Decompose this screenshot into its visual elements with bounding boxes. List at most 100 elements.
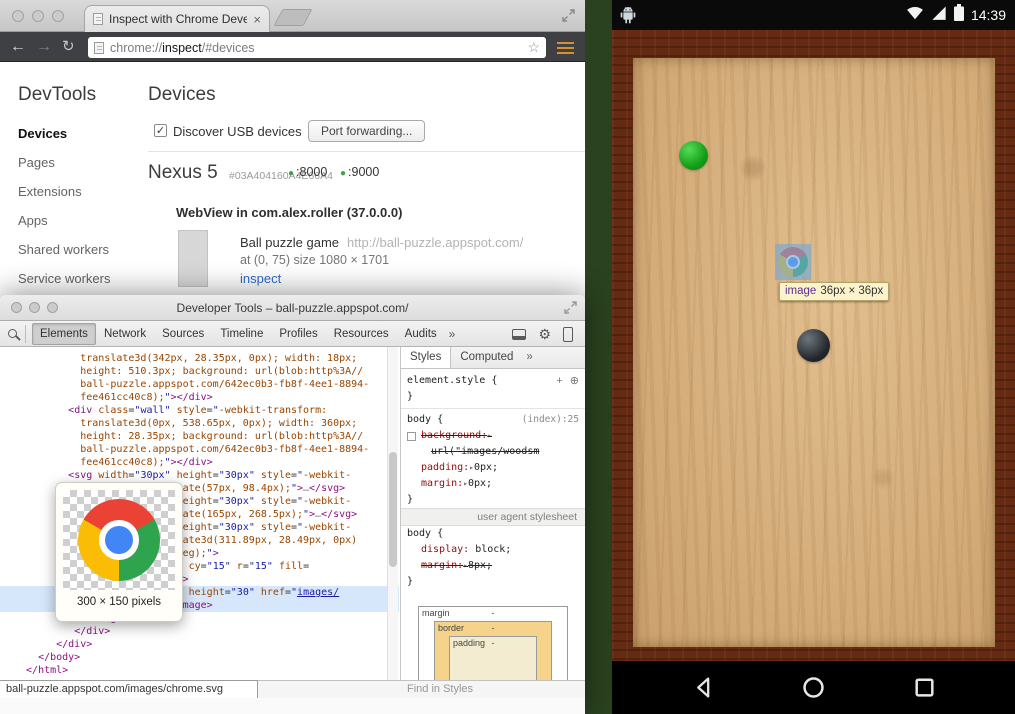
- screen: Inspect with Chrome Deve × ← → ↻ chrome:…: [0, 0, 1015, 714]
- code-line[interactable]: fee461cc40c8);"></div>: [0, 456, 399, 469]
- box-model-margin: margin - border - padding -: [418, 606, 568, 680]
- discover-usb-checkbox[interactable]: ✓: [154, 124, 167, 137]
- code-line[interactable]: </div>: [0, 625, 399, 638]
- code-line[interactable]: ball-puzzle.appspot.com/642ec0b3-fb8f-4e…: [0, 378, 399, 391]
- window-expand-icon[interactable]: [564, 301, 577, 319]
- sidebar-item-devices[interactable]: Devices: [18, 126, 67, 141]
- sidebar-item-service-workers[interactable]: Service workers: [18, 271, 110, 286]
- code-line[interactable]: translate3d(0px, 538.65px, 0px); width: …: [0, 417, 399, 430]
- devtools-titlebar: Developer Tools – ball-puzzle.appspot.co…: [0, 295, 585, 321]
- element-style-rule[interactable]: +⊕ element.style {: [401, 373, 585, 389]
- inspect-element-icon[interactable]: [8, 329, 17, 338]
- scrollbar-thumb[interactable]: [389, 452, 397, 567]
- code-line[interactable]: <div class="wall" style="-webkit-transfo…: [0, 404, 399, 417]
- zoom-window-button[interactable]: [52, 10, 64, 22]
- code-line[interactable]: </html>: [0, 664, 399, 677]
- reload-button[interactable]: ↻: [62, 36, 75, 58]
- console-drawer-icon[interactable]: [512, 329, 526, 340]
- code-line[interactable]: fee461cc40c8);"></div>: [0, 391, 399, 404]
- inspect-link[interactable]: inspect: [240, 271, 281, 286]
- tab-timeline[interactable]: Timeline: [212, 323, 271, 345]
- sidebar-item-shared-workers[interactable]: Shared workers: [18, 242, 109, 257]
- tab-close-icon[interactable]: ×: [253, 13, 261, 26]
- back-nav-button[interactable]: [691, 675, 716, 700]
- body-rule-selector-uas[interactable]: body {: [401, 526, 585, 542]
- code-line[interactable]: translate3d(342px, 28.35px, 0px); width:…: [0, 352, 399, 365]
- image-preview-tooltip: 300 × 150 pixels: [55, 482, 183, 622]
- inspect-tooltip: image36px × 36px: [779, 282, 889, 301]
- css-prop-background[interactable]: background:▸: [401, 428, 585, 444]
- close-brace: }: [401, 492, 585, 508]
- body-rule-selector[interactable]: (index):25 body {: [401, 412, 585, 428]
- address-bar[interactable]: chrome://inspect/#devices ☆: [88, 37, 546, 58]
- tab-strip: Inspect with Chrome Deve ×: [0, 0, 585, 32]
- target-page-title: Ball puzzle game: [240, 235, 339, 250]
- usb-debugging-icon: [620, 6, 636, 29]
- tab-elements[interactable]: Elements: [32, 323, 96, 345]
- home-nav-button[interactable]: [801, 675, 826, 700]
- scrollbar[interactable]: [387, 347, 398, 680]
- code-line[interactable]: </div>: [0, 638, 399, 651]
- code-line[interactable]: ball-puzzle.appspot.com/642ec0b3-fb8f-4e…: [0, 443, 399, 456]
- settings-gear-icon[interactable]: ⚙: [538, 327, 551, 341]
- tabs-overflow-icon[interactable]: »: [445, 327, 460, 341]
- new-style-rule-icon[interactable]: +: [556, 373, 562, 389]
- rule-source-link[interactable]: (index):25: [522, 412, 579, 428]
- port-badge-9000: ●:9000: [340, 165, 379, 179]
- dark-ball[interactable]: [797, 329, 830, 362]
- recents-nav-button[interactable]: [912, 675, 937, 700]
- divider: [401, 408, 585, 409]
- port-forwarding-button[interactable]: Port forwarding...: [308, 120, 425, 142]
- page-thumbnail: [178, 230, 208, 287]
- new-tab-button[interactable]: [273, 9, 312, 26]
- element-state-icon[interactable]: ⊕: [570, 373, 579, 389]
- css-prop-display[interactable]: display: block;: [401, 542, 585, 558]
- url-text: chrome://inspect/#devices: [110, 41, 521, 55]
- code-line[interactable]: height: 28.35px; background: url(blob:ht…: [0, 430, 399, 443]
- box-model-diagram[interactable]: margin - border - padding -: [418, 606, 568, 680]
- battery-icon: [954, 4, 964, 26]
- menu-icon[interactable]: [557, 42, 574, 54]
- sidebar-item-pages[interactable]: Pages: [18, 155, 55, 170]
- tab-styles[interactable]: Styles: [400, 347, 451, 368]
- forward-button[interactable]: →: [36, 36, 52, 58]
- back-button[interactable]: ←: [10, 36, 26, 58]
- device-mode-icon[interactable]: [563, 327, 573, 342]
- sidebar-item-extensions[interactable]: Extensions: [18, 184, 82, 199]
- css-prop-margin[interactable]: margin:▸0px;: [401, 476, 585, 492]
- prop-toggle-checkbox[interactable]: [407, 432, 416, 441]
- android-statusbar: 14:39: [612, 0, 1015, 30]
- tab-profiles[interactable]: Profiles: [271, 323, 325, 345]
- tab-resources[interactable]: Resources: [326, 323, 397, 345]
- tab-network[interactable]: Network: [96, 323, 154, 345]
- tab-audits[interactable]: Audits: [397, 323, 445, 345]
- tab-favicon: [93, 13, 103, 25]
- page-icon: [94, 42, 104, 54]
- code-line[interactable]: </body>: [0, 651, 399, 664]
- css-prop-background-value[interactable]: url("images/woodsm: [401, 444, 585, 460]
- green-ball[interactable]: [679, 141, 708, 170]
- device-name: Nexus 5: [148, 162, 218, 184]
- tab-sources[interactable]: Sources: [154, 323, 212, 345]
- inspect-highlight-overlay: [775, 244, 811, 280]
- code-line[interactable]: <svg width="30px" height="30px" style="-…: [0, 469, 399, 482]
- css-prop-padding[interactable]: padding:▸0px;: [401, 460, 585, 476]
- bookmark-star-icon[interactable]: ☆: [527, 39, 540, 56]
- cell-signal-icon: [931, 5, 947, 25]
- desktop-background: [585, 0, 612, 714]
- expand-arrow-icon[interactable]: ▸: [487, 431, 492, 440]
- close-brace: }: [401, 389, 585, 405]
- browser-tab[interactable]: Inspect with Chrome Deve ×: [84, 5, 270, 32]
- styles-tabs-overflow-icon[interactable]: »: [522, 347, 536, 368]
- tab-computed[interactable]: Computed: [451, 347, 522, 368]
- minimize-window-button[interactable]: [32, 10, 44, 22]
- close-window-button[interactable]: [12, 10, 24, 22]
- css-prop-margin-uas[interactable]: margin:▸8px;: [401, 558, 585, 574]
- page-title: Devices: [148, 84, 216, 106]
- divider: [148, 151, 585, 152]
- find-in-styles-input[interactable]: Find in Styles: [407, 683, 473, 695]
- discover-usb-label: Discover USB devices: [173, 124, 302, 139]
- sidebar-item-apps[interactable]: Apps: [18, 213, 48, 228]
- code-line[interactable]: height: 510.3px; background: url(blob:ht…: [0, 365, 399, 378]
- window-expand-icon[interactable]: [562, 9, 575, 27]
